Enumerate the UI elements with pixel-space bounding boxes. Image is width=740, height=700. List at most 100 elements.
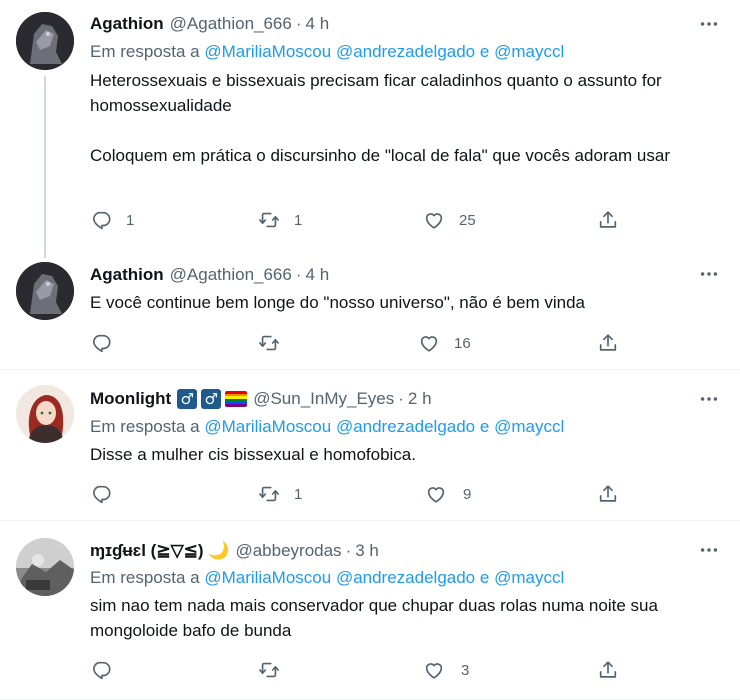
mention-link[interactable]: @andrezadelgado	[336, 417, 475, 436]
action-bar: 16	[90, 330, 630, 356]
reply-icon	[90, 483, 112, 505]
tweet-header: Agathion @Agathion_666 · 4 h	[90, 12, 329, 36]
tweet-text: E você continue bem longe do "nosso univ…	[90, 293, 585, 312]
timestamp[interactable]: 4 h	[306, 265, 330, 285]
share-icon	[597, 483, 619, 505]
timestamp[interactable]: 4 h	[306, 14, 330, 34]
share-button[interactable]	[597, 330, 619, 356]
tweet-text: Disse a mulher cis bissexual e homofobic…	[90, 445, 416, 464]
tweet-header: Agathion @Agathion_666 · 4 h	[90, 263, 329, 287]
like-icon	[418, 332, 440, 354]
tweet[interactable]: ɱɪɠʉɛl (≧▽≦) 🌙 @abbeyrodas · 3 h Em resp…	[0, 522, 740, 700]
name-emojis: ♂ ♂	[177, 389, 248, 409]
mention-link[interactable]: @mayccl	[494, 42, 564, 61]
retweet-icon	[258, 209, 280, 231]
avatar[interactable]	[16, 262, 74, 320]
reply-joiner: e	[479, 417, 490, 436]
timestamp[interactable]: 3 h	[355, 541, 379, 561]
avatar[interactable]	[16, 385, 74, 443]
reply-context: Em resposta a @MariliaMoscou @andrezadel…	[90, 417, 564, 437]
share-button[interactable]	[597, 657, 619, 683]
reply-button[interactable]	[90, 330, 126, 356]
share-button[interactable]	[597, 207, 619, 233]
retweet-count: 1	[294, 485, 303, 503]
timestamp[interactable]: 2 h	[408, 389, 432, 409]
action-bar: 3	[90, 657, 630, 683]
retweet-icon	[258, 483, 280, 505]
mention-link[interactable]: @MariliaMoscou	[204, 417, 331, 436]
tweet[interactable]: Agathion @Agathion_666 · 4 h E você cont…	[0, 258, 740, 370]
display-name[interactable]: Agathion	[90, 265, 164, 285]
share-icon	[597, 332, 619, 354]
mention-link[interactable]: @mayccl	[494, 568, 564, 587]
avatar[interactable]	[16, 12, 74, 70]
more-icon[interactable]	[698, 539, 720, 561]
reply-icon	[90, 659, 112, 681]
like-count: 16	[454, 334, 471, 352]
retweet-icon	[258, 332, 280, 354]
avatar[interactable]	[16, 538, 74, 596]
tweet[interactable]: Moonlight ♂ ♂ @Sun_InMy_Eyes · 2 h Em re…	[0, 371, 740, 521]
reply-prefix: Em resposta a	[90, 42, 200, 61]
retweet-icon	[258, 659, 280, 681]
mention-link[interactable]: @andrezadelgado	[336, 42, 475, 61]
reply-prefix: Em resposta a	[90, 568, 200, 587]
reply-context: Em resposta a @MariliaMoscou @andrezadel…	[90, 568, 564, 588]
separator: ·	[295, 265, 302, 284]
tweet[interactable]: Agathion @Agathion_666 · 4 h Em resposta…	[0, 0, 740, 258]
mention-link[interactable]: @andrezadelgado	[336, 568, 475, 587]
reply-prefix: Em resposta a	[90, 417, 200, 436]
separator: ·	[295, 14, 302, 33]
reply-icon	[90, 332, 112, 354]
tweet-text: Heterossexuais e bissexuais precisam fic…	[90, 71, 670, 165]
handle[interactable]: @Agathion_666	[170, 14, 292, 34]
reply-icon	[90, 209, 112, 231]
display-name[interactable]: Moonlight	[90, 389, 171, 409]
tweet-header: Moonlight ♂ ♂ @Sun_InMy_Eyes · 2 h	[90, 387, 432, 411]
share-button[interactable]	[597, 481, 619, 507]
display-name[interactable]: Agathion	[90, 14, 164, 34]
retweet-button[interactable]	[258, 330, 294, 356]
reply-count: 1	[126, 211, 135, 229]
retweet-button[interactable]: 1	[258, 481, 302, 507]
tweet-header: ɱɪɠʉɛl (≧▽≦) 🌙 @abbeyrodas · 3 h	[90, 539, 379, 563]
display-name[interactable]: ɱɪɠʉɛl (≧▽≦) 🌙	[90, 541, 229, 561]
mention-link[interactable]: @MariliaMoscou	[204, 42, 331, 61]
reply-button[interactable]	[90, 481, 126, 507]
retweet-button[interactable]: 1	[258, 207, 302, 233]
like-count: 25	[459, 211, 476, 229]
like-icon	[425, 483, 447, 505]
tweet-feed: Agathion @Agathion_666 · 4 h Em resposta…	[0, 0, 740, 700]
reply-button[interactable]	[90, 657, 126, 683]
share-icon	[597, 209, 619, 231]
like-count: 9	[463, 485, 472, 503]
like-icon	[423, 659, 445, 681]
tweet-text: sim nao tem nada mais conservador que ch…	[90, 596, 663, 640]
handle[interactable]: @Agathion_666	[170, 265, 292, 285]
reply-context: Em resposta a @MariliaMoscou @andrezadel…	[90, 42, 564, 62]
like-button[interactable]: 25	[423, 207, 476, 233]
reply-joiner: e	[479, 42, 490, 61]
reply-joiner: e	[479, 568, 490, 587]
like-icon	[423, 209, 445, 231]
action-bar: 1 1 25	[90, 207, 630, 233]
separator: ·	[345, 541, 352, 560]
retweet-count: 1	[294, 211, 303, 229]
rainbow-flag-icon	[225, 391, 248, 407]
mention-link[interactable]: @MariliaMoscou	[204, 568, 331, 587]
like-button[interactable]: 3	[423, 657, 469, 683]
like-button[interactable]: 9	[425, 481, 471, 507]
male-sign-emoji: ♂	[177, 389, 198, 409]
like-button[interactable]: 16	[418, 330, 471, 356]
more-icon[interactable]	[698, 388, 720, 410]
retweet-button[interactable]	[258, 657, 294, 683]
more-icon[interactable]	[698, 263, 720, 285]
mention-link[interactable]: @mayccl	[494, 417, 564, 436]
handle[interactable]: @abbeyrodas	[235, 541, 341, 561]
separator: ·	[398, 389, 404, 408]
reply-button[interactable]: 1	[90, 207, 134, 233]
handle[interactable]: @Sun_InMy_Eyes	[253, 389, 394, 409]
like-count: 3	[461, 661, 470, 679]
action-bar: 1 9	[90, 481, 630, 507]
more-icon[interactable]	[698, 13, 720, 35]
